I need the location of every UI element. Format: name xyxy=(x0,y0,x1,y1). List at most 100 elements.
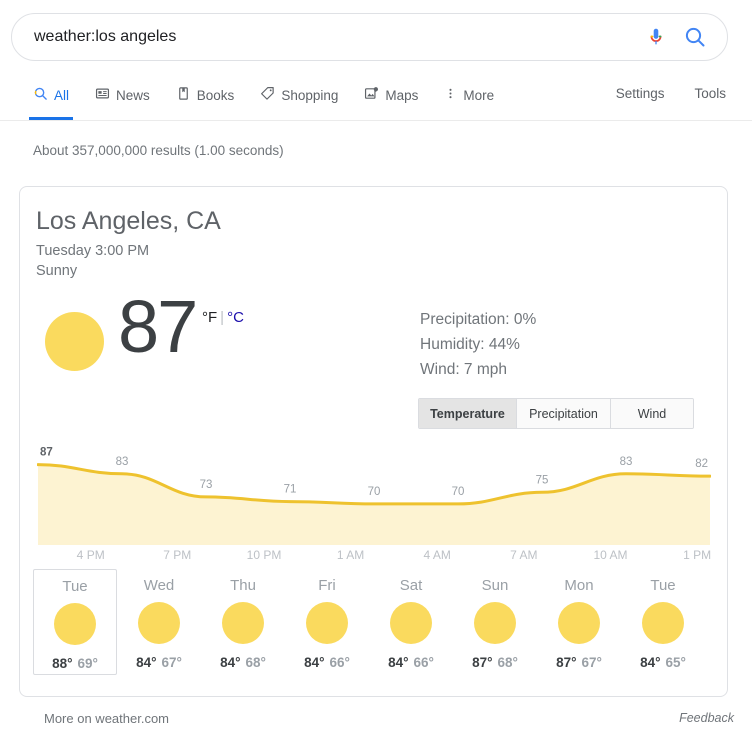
feedback-link[interactable]: Feedback xyxy=(679,711,734,725)
chart-point-label: 73 xyxy=(200,479,213,491)
forecast-low: 66° xyxy=(413,655,434,670)
weather-datetime: Tuesday 3:00 PM xyxy=(36,243,150,259)
sun-icon xyxy=(222,602,264,644)
chart-axis-tick: 4 PM xyxy=(76,548,105,562)
chart-point-label: 75 xyxy=(536,474,549,486)
tab-maps[interactable]: Maps xyxy=(364,86,418,115)
forecast-day-name: Thu xyxy=(230,577,256,594)
forecast-low: 66° xyxy=(329,655,350,670)
tab-news-label: News xyxy=(116,87,150,103)
forecast-day[interactable]: Wed 84° 67° xyxy=(117,569,201,675)
tab-books[interactable]: Books xyxy=(176,86,235,115)
forecast-day[interactable]: Sat 84° 66° xyxy=(369,569,453,675)
search-bar[interactable] xyxy=(11,13,728,61)
forecast-high: 84° xyxy=(640,655,661,670)
unit-separator: | xyxy=(220,309,225,326)
forecast-low: 65° xyxy=(665,655,686,670)
forecast-high: 84° xyxy=(136,655,157,670)
daily-forecast: Tue 88° 69° Wed 84° 67° Thu 84° 68° Fri 84° 66° Sat 8… xyxy=(33,569,716,675)
tab-more-label: More xyxy=(463,87,495,103)
forecast-high: 88° xyxy=(52,656,73,671)
tab-all-label: All xyxy=(54,87,70,103)
forecast-day[interactable]: Tue 88° 69° xyxy=(33,569,117,675)
map-pin-image-icon xyxy=(364,86,379,104)
forecast-day-name: Sat xyxy=(399,577,423,594)
more-vertical-icon xyxy=(444,86,457,104)
forecast-day[interactable]: Tue 84° 65° xyxy=(621,569,705,675)
forecast-low: 68° xyxy=(497,655,518,670)
chart-point-label: 83 xyxy=(116,456,129,468)
source-link[interactable]: More on weather.com xyxy=(44,711,169,726)
forecast-day-temps: 84° 67° xyxy=(136,655,182,670)
unit-fahrenheit[interactable]: °F xyxy=(202,309,217,326)
temperature-chart-svg: 87 83 73 71 70 70 75 83 82 xyxy=(37,447,711,545)
temperature-chart[interactable]: 87 83 73 71 70 70 75 83 82 xyxy=(37,435,711,545)
forecast-day[interactable]: Thu 84° 68° xyxy=(201,569,285,675)
weather-condition: Sunny xyxy=(36,263,78,279)
tab-books-label: Books xyxy=(196,87,235,103)
chart-point-label: 71 xyxy=(284,484,297,496)
chart-axis-tick: 7 PM xyxy=(163,548,192,562)
forecast-day-temps: 87° 67° xyxy=(556,655,602,670)
unit-celsius[interactable]: °C xyxy=(227,309,244,326)
precipitation-detail: Precipitation: 0% xyxy=(420,311,537,328)
forecast-day-name: Wed xyxy=(143,577,175,594)
search-submit-icon[interactable] xyxy=(683,25,707,49)
forecast-day[interactable]: Fri 84° 66° xyxy=(285,569,369,675)
nav-right-links: Settings Tools xyxy=(616,86,726,101)
sun-icon xyxy=(474,602,516,644)
forecast-day-name: Sun xyxy=(481,577,509,594)
forecast-day-temps: 84° 68° xyxy=(220,655,266,670)
forecast-high: 87° xyxy=(472,655,493,670)
chart-point-label: 82 xyxy=(695,458,708,470)
chart-point-label: 83 xyxy=(620,456,633,468)
tab-maps-label: Maps xyxy=(385,87,419,103)
weather-location: Los Angeles, CA xyxy=(36,207,221,235)
forecast-low: 69° xyxy=(77,656,98,671)
chart-axis-tick: 4 AM xyxy=(423,548,451,562)
result-stats: About 357,000,000 results (1.00 seconds) xyxy=(33,143,284,158)
search-bar-actions xyxy=(645,25,727,49)
metric-tab-temperature[interactable]: Temperature xyxy=(419,399,517,428)
forecast-day[interactable]: Mon 87° 67° xyxy=(537,569,621,675)
forecast-day-temps: 84° 65° xyxy=(640,655,686,670)
chart-axis-tick: 7 AM xyxy=(510,548,538,562)
wind-detail: Wind: 7 mph xyxy=(420,361,508,378)
forecast-day-name: Tue xyxy=(62,578,88,595)
microphone-icon[interactable] xyxy=(645,25,667,49)
chart-axis-tick: 1 AM xyxy=(336,548,365,562)
forecast-day-temps: 84° 66° xyxy=(304,655,350,670)
forecast-low: 67° xyxy=(161,655,182,670)
tab-shopping[interactable]: Shopping xyxy=(260,86,338,115)
forecast-high: 84° xyxy=(304,655,325,670)
humidity-detail: Humidity: 44% xyxy=(420,336,520,353)
tab-all[interactable]: All xyxy=(28,86,74,120)
tab-shopping-label: Shopping xyxy=(281,87,339,103)
current-temperature: 87 xyxy=(118,285,198,368)
unit-toggle[interactable]: °F | °C xyxy=(202,309,244,326)
metric-tab-wind[interactable]: Wind xyxy=(611,399,693,428)
settings-link[interactable]: Settings xyxy=(616,86,665,101)
tab-more[interactable]: More xyxy=(444,86,494,115)
sun-icon xyxy=(45,312,104,371)
forecast-day-temps: 87° 68° xyxy=(472,655,518,670)
tools-link[interactable]: Tools xyxy=(694,86,726,101)
search-icon xyxy=(33,86,48,104)
book-icon xyxy=(176,86,191,104)
forecast-day[interactable]: Sun 87° 68° xyxy=(453,569,537,675)
forecast-day-name: Tue xyxy=(650,577,676,594)
forecast-high: 87° xyxy=(556,655,577,670)
forecast-day-name: Fri xyxy=(318,577,336,594)
tab-news[interactable]: News xyxy=(95,86,150,115)
search-nav-bar: All News Books Shopping Maps More Settin… xyxy=(0,82,752,121)
chart-time-axis: 4 PM 7 PM 10 PM 1 AM 4 AM 7 AM 10 AM 1 PM xyxy=(37,548,730,566)
sun-icon xyxy=(558,602,600,644)
sun-icon xyxy=(642,602,684,644)
metric-tab-precipitation[interactable]: Precipitation xyxy=(517,399,611,428)
forecast-day-temps: 84° 66° xyxy=(388,655,434,670)
chart-axis-tick: 1 PM xyxy=(683,548,712,562)
news-icon xyxy=(95,86,110,104)
weather-card: Los Angeles, CA Tuesday 3:00 PM Sunny 87… xyxy=(19,186,728,697)
weather-details: Precipitation: 0% Humidity: 44% Wind: 7 … xyxy=(420,307,536,382)
search-input[interactable] xyxy=(12,28,645,46)
